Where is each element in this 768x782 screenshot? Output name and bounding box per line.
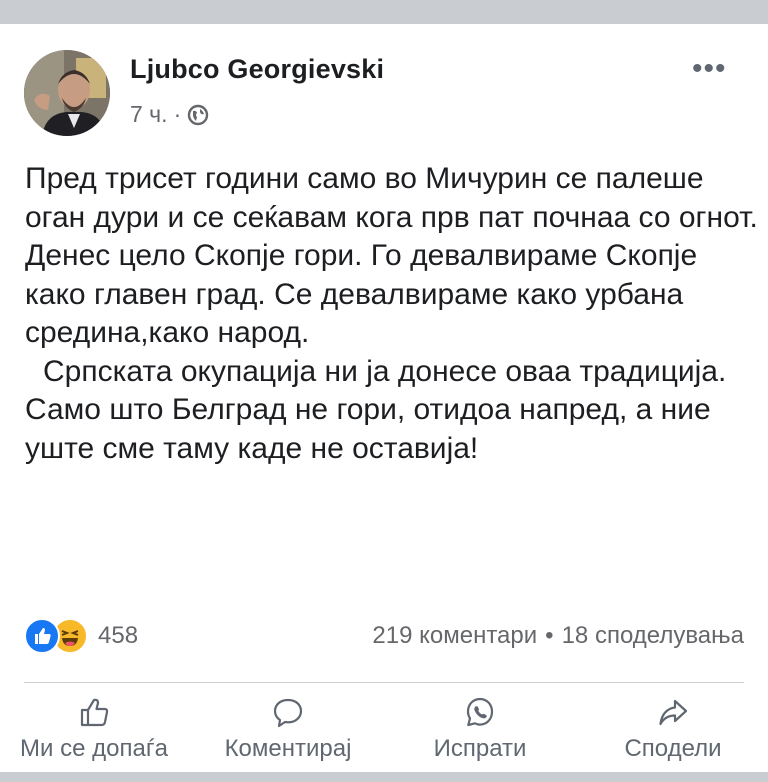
avatar-photo-icon bbox=[24, 50, 110, 136]
post-time[interactable]: 7 ч. bbox=[130, 101, 168, 128]
shares-count[interactable]: 18 споделувања bbox=[562, 622, 744, 650]
like-icon bbox=[24, 618, 60, 654]
post-stats: 219 коментари • 18 споделувања bbox=[372, 622, 744, 650]
post-paragraph: Пред трисет години само во Мичурин се па… bbox=[25, 162, 758, 349]
thumbs-up-icon bbox=[80, 698, 109, 727]
send-label: Испрати bbox=[433, 735, 527, 762]
like-label: Ми се допаѓа bbox=[20, 735, 168, 762]
meta-separator: · bbox=[173, 101, 182, 127]
send-button[interactable]: Испрати bbox=[402, 695, 558, 767]
comments-count[interactable]: 219 коментари bbox=[372, 622, 537, 650]
share-button[interactable]: Сподели bbox=[598, 695, 748, 767]
action-bar: Ми се допаѓа Коментирај Испрати Сподели bbox=[0, 695, 768, 767]
bottom-frame-bar bbox=[0, 772, 768, 782]
whatsapp-icon bbox=[466, 697, 494, 727]
globe-icon bbox=[188, 104, 209, 125]
comment-label: Коментирај bbox=[224, 735, 352, 762]
post-paragraph: Српската окупација ни ја донесе оваа тра… bbox=[25, 354, 727, 465]
top-frame-bar bbox=[0, 0, 768, 24]
more-options-button[interactable]: ••• bbox=[692, 52, 727, 86]
comment-bubble-icon bbox=[273, 698, 303, 728]
author-avatar[interactable] bbox=[24, 50, 110, 136]
share-label: Сподели bbox=[624, 735, 722, 762]
share-arrow-icon bbox=[659, 699, 688, 726]
stats-dot: • bbox=[545, 622, 554, 649]
post-meta: 7 ч. · bbox=[130, 101, 209, 128]
reaction-count: 458 bbox=[98, 622, 139, 649]
post-body: Пред трисет години само во Мичурин се па… bbox=[25, 160, 760, 468]
reactions-summary[interactable]: 458 bbox=[24, 618, 138, 654]
like-button[interactable]: Ми се допаѓа bbox=[8, 695, 180, 767]
post-author-name[interactable]: Ljubco Georgievski bbox=[130, 54, 384, 85]
comment-button[interactable]: Коментирај bbox=[200, 695, 376, 767]
divider bbox=[24, 682, 744, 683]
